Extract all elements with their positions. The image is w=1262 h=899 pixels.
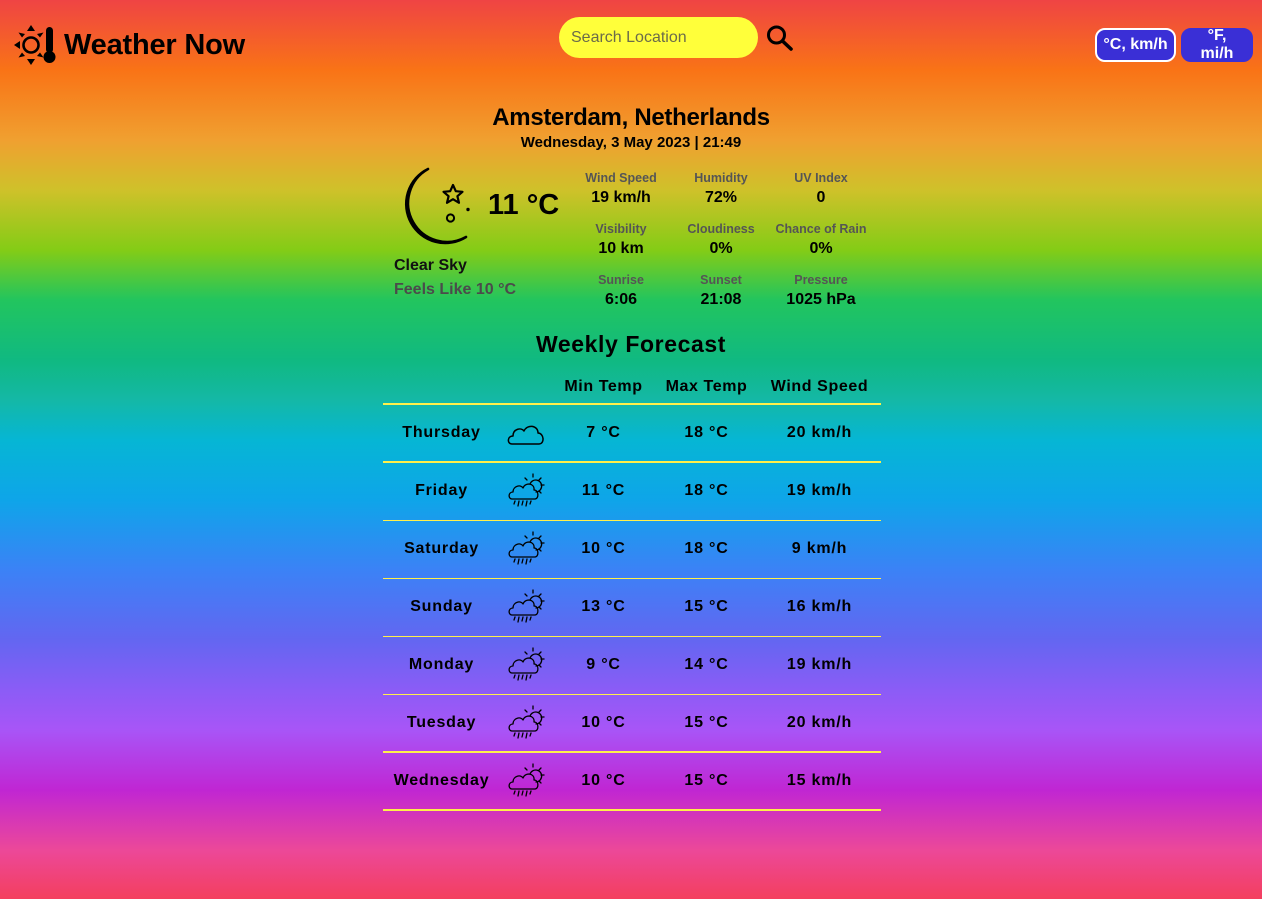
detail-label: UV Index (794, 171, 848, 185)
detail-value: 0 (816, 189, 826, 206)
detail-value: 10 km (598, 240, 644, 257)
weather-details-grid: Wind Speed 19 km/h Humidity 72% UV Index… (571, 169, 871, 322)
moon-stars-icon (405, 167, 470, 245)
sun-cloud-rain-icon (508, 763, 545, 797)
detail-label: Sunset (700, 273, 742, 287)
forecast-max-temp: 15 °C (684, 713, 729, 731)
sun-cloud-rain-icon (508, 589, 545, 623)
forecast-min-temp: 10 °C (581, 772, 626, 789)
forecast-wind-speed: 19 km/h (786, 482, 853, 500)
sun-cloud-rain-icon (508, 647, 545, 681)
forecast-title: Weekly Forecast (535, 331, 727, 357)
forecast-day: Sunday (410, 598, 473, 615)
forecast-max-temp: 18 °C (684, 482, 729, 500)
detail-pressure: Pressure 1025 hPa (771, 271, 871, 322)
forecast-min-temp: 10 °C (581, 713, 626, 731)
forecast-icon-cell (500, 404, 552, 462)
forecast-row: Monday 9 °C 14 °C 19 km/h (383, 636, 881, 694)
app-logo: Weather Now (14, 24, 245, 66)
detail-value: 72% (704, 189, 738, 206)
forecast-max-temp: 14 °C (684, 656, 729, 673)
feels-like: Feels Like 10 °C (394, 281, 517, 298)
forecast-header-row: Min Temp Max Temp Wind Speed (383, 370, 881, 404)
forecast-min-temp: 7 °C (586, 424, 621, 441)
forecast-day: Thursday (402, 424, 481, 441)
detail-label: Visibility (595, 222, 647, 236)
forecast-day: Wednesday (393, 772, 490, 789)
forecast-row: Thursday 7 °C 18 °C 20 km/h (383, 404, 881, 462)
location-title: Amsterdam, Netherlands (492, 104, 770, 131)
detail-cloudiness: Cloudiness 0% (671, 220, 771, 271)
forecast-max-temp: 15 °C (684, 598, 729, 615)
detail-visibility: Visibility 10 km (571, 220, 671, 271)
forecast-wind-speed: 16 km/h (786, 598, 853, 615)
location-datetime: Wednesday, 3 May 2023 | 21:49 (520, 134, 742, 151)
forecast-wind-speed: 20 km/h (786, 713, 853, 731)
forecast-table: Min Temp Max Temp Wind Speed Thursday 7 … (383, 370, 881, 811)
forecast-day: Friday (415, 482, 468, 500)
detail-label: Cloudiness (687, 222, 755, 236)
forecast-max-temp: 18 °C (684, 540, 729, 557)
detail-label: Pressure (794, 273, 848, 287)
forecast-icon-cell (500, 636, 552, 694)
sun-cloud-rain-icon (508, 705, 545, 739)
forecast-day: Tuesday (406, 713, 477, 731)
forecast-icon-cell (500, 752, 552, 810)
current-temperature: 11 °C (488, 189, 560, 221)
forecast-max-temp: 18 °C (684, 424, 729, 441)
forecast-wind-speed: 20 km/h (786, 424, 853, 441)
forecast-day: Monday (408, 656, 475, 673)
sun-cloud-rain-icon (508, 531, 545, 565)
cloud-icon (507, 425, 544, 445)
detail-value: 6:06 (604, 291, 638, 308)
forecast-wind-speed: 9 km/h (791, 540, 848, 557)
header-icon (500, 370, 552, 404)
unit-metric-button[interactable]: °C, km/h (1095, 28, 1176, 62)
forecast-wind-speed: 19 km/h (786, 656, 853, 673)
unit-imperial-button[interactable]: °F, mi/h (1181, 27, 1253, 62)
forecast-day: Saturday (404, 540, 479, 557)
detail-label: Wind Speed (585, 171, 657, 185)
header-wind-speed: Wind Speed (770, 377, 869, 395)
forecast-icon-cell (500, 578, 552, 636)
detail-humidity: Humidity 72% (671, 169, 771, 220)
detail-sunrise: Sunrise 6:06 (571, 271, 671, 322)
sun-cloud-rain-icon (508, 473, 545, 507)
detail-sunset: Sunset 21:08 (671, 271, 771, 322)
detail-chance-of-rain: Chance of Rain 0% (771, 220, 871, 271)
forecast-icon-cell (500, 462, 552, 520)
detail-value: 0% (809, 240, 833, 257)
app-title: Weather Now (64, 28, 245, 61)
header-day (383, 370, 500, 404)
forecast-row: Tuesday 10 °C 15 °C 20 km/h (383, 694, 881, 752)
forecast-row: Friday 11 °C 18 °C 19 km/h (383, 462, 881, 520)
sun-thermometer-icon (14, 25, 56, 65)
header-max-temp: Max Temp (665, 377, 748, 395)
forecast-wind-speed: 15 km/h (786, 772, 853, 789)
detail-value: 21:08 (700, 291, 742, 308)
forecast-icon-cell (500, 694, 552, 752)
detail-label: Humidity (694, 171, 748, 185)
forecast-min-temp: 9 °C (586, 656, 621, 673)
detail-wind-speed: Wind Speed 19 km/h (571, 169, 671, 220)
forecast-min-temp: 13 °C (581, 598, 626, 615)
forecast-row: Sunday 13 °C 15 °C 16 km/h (383, 578, 881, 636)
forecast-icon-cell (500, 520, 552, 578)
forecast-max-temp: 15 °C (684, 772, 729, 789)
detail-value: 0% (709, 240, 733, 257)
detail-value: 1025 hPa (786, 291, 856, 308)
forecast-min-temp: 11 °C (581, 482, 626, 500)
forecast-row: Wednesday 10 °C 15 °C 15 km/h (383, 752, 881, 810)
detail-value: 19 km/h (591, 189, 651, 206)
magnifier-icon (767, 25, 793, 51)
search-input[interactable] (559, 17, 758, 58)
search-button[interactable] (765, 24, 795, 52)
detail-label: Chance of Rain (775, 222, 867, 236)
detail-label: Sunrise (598, 273, 644, 287)
forecast-row: Saturday 10 °C 18 °C 9 km/h (383, 520, 881, 578)
detail-uv-index: UV Index 0 (771, 169, 871, 220)
weather-condition: Clear Sky (394, 257, 467, 274)
header-min-temp: Min Temp (564, 377, 643, 395)
forecast-min-temp: 10 °C (581, 540, 626, 557)
